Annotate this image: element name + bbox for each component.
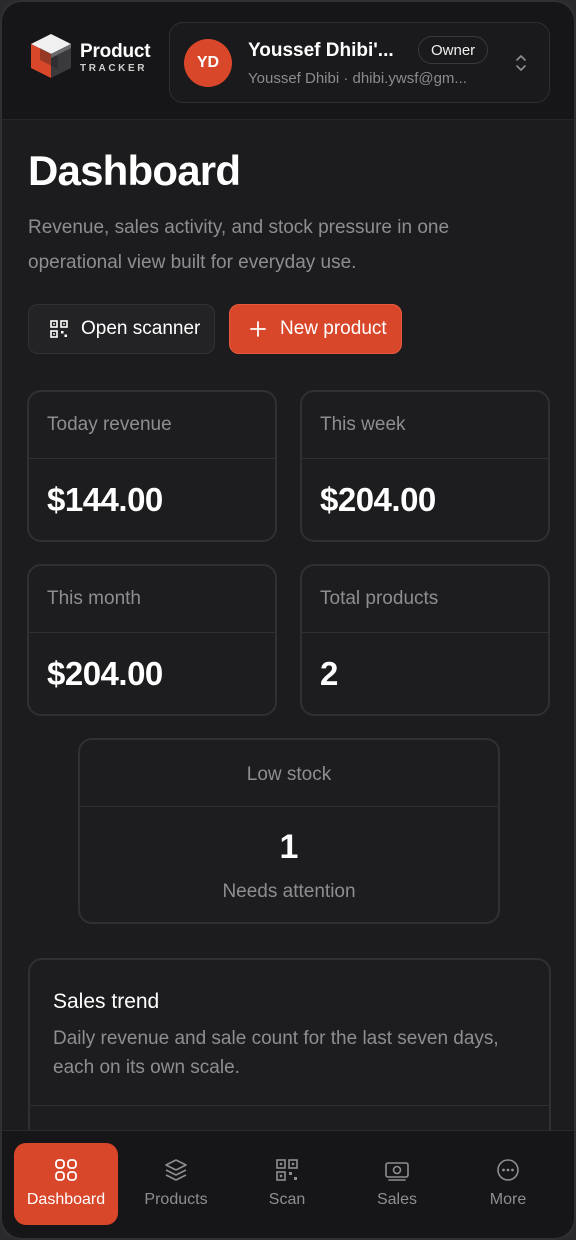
stat-label: This month bbox=[47, 588, 141, 609]
qr-icon bbox=[50, 320, 68, 338]
brand-title: Product bbox=[80, 41, 151, 62]
stat-card-this-month: This month $204.00 bbox=[27, 564, 277, 716]
open-scanner-button[interactable]: Open scanner bbox=[28, 304, 215, 354]
account-email: Youssef Dhibi · dhibi.ywsf@gm... bbox=[248, 70, 467, 87]
nav-label: Scan bbox=[268, 1191, 306, 1208]
nav-item-dashboard[interactable]: Dashboard bbox=[14, 1143, 118, 1225]
new-product-label: New product bbox=[280, 318, 387, 339]
nav-item-more[interactable]: More bbox=[456, 1143, 560, 1225]
role-badge: Owner bbox=[418, 36, 489, 64]
plus-icon bbox=[250, 321, 266, 337]
stat-label: Today revenue bbox=[47, 414, 172, 435]
stat-card-this-week: This week $204.00 bbox=[300, 390, 550, 542]
brand-logo[interactable]: Product TRACKER bbox=[28, 32, 151, 84]
divider bbox=[80, 806, 498, 807]
sales-trend-title: Sales trend bbox=[53, 990, 160, 1013]
nav-label: More bbox=[489, 1191, 527, 1208]
divider bbox=[29, 458, 275, 459]
top-bar: Product TRACKER YD Youssef Dhibi'... Own… bbox=[2, 2, 574, 120]
qr-icon bbox=[276, 1159, 298, 1181]
low-stock-label: Low stock bbox=[246, 764, 332, 785]
account-name: Youssef Dhibi'... bbox=[248, 40, 394, 61]
layers-icon bbox=[165, 1159, 187, 1181]
bottom-nav: Dashboard Products Scan Sales More bbox=[2, 1130, 574, 1238]
avatar: YD bbox=[184, 39, 232, 87]
nav-label: Dashboard bbox=[26, 1191, 106, 1208]
grid-icon bbox=[55, 1159, 77, 1181]
stat-label: This week bbox=[320, 414, 406, 435]
stat-label: Total products bbox=[320, 588, 439, 609]
nav-item-products[interactable]: Products bbox=[124, 1143, 228, 1225]
page-description: Revenue, sales activity, and stock press… bbox=[28, 217, 450, 273]
new-product-button[interactable]: New product bbox=[229, 304, 402, 354]
app-frame: Product TRACKER YD Youssef Dhibi'... Own… bbox=[0, 0, 576, 1240]
stat-value: 2 bbox=[320, 655, 338, 692]
divider bbox=[30, 1105, 549, 1106]
low-stock-value: 1 bbox=[279, 828, 299, 866]
nav-item-sales[interactable]: Sales bbox=[345, 1143, 449, 1225]
divider bbox=[29, 632, 275, 633]
stat-card-total-products: Total products 2 bbox=[300, 564, 550, 716]
account-switcher[interactable]: YD Youssef Dhibi'... Owner Youssef Dhibi… bbox=[169, 22, 550, 103]
box-logo-icon bbox=[28, 32, 74, 84]
chevron-updown-icon bbox=[516, 55, 526, 71]
divider bbox=[302, 458, 548, 459]
stat-value: $204.00 bbox=[320, 481, 436, 518]
brand-subtitle: TRACKER bbox=[80, 63, 148, 74]
low-stock-note: Needs attention bbox=[222, 881, 356, 902]
stat-value: $144.00 bbox=[47, 481, 163, 518]
divider bbox=[302, 632, 548, 633]
page-title: Dashboard bbox=[28, 147, 241, 194]
nav-label: Sales bbox=[376, 1191, 418, 1208]
stat-value: $204.00 bbox=[47, 655, 163, 692]
low-stock-card: Low stock 1 Needs attention bbox=[78, 738, 500, 924]
nav-item-scan[interactable]: Scan bbox=[235, 1143, 339, 1225]
banknote-icon bbox=[385, 1162, 409, 1181]
sales-trend-description: Daily revenue and sale count for the las… bbox=[53, 1028, 499, 1078]
open-scanner-label: Open scanner bbox=[81, 318, 201, 339]
stat-card-today-revenue: Today revenue $144.00 bbox=[27, 390, 277, 542]
more-icon bbox=[497, 1159, 519, 1181]
nav-label: Products bbox=[144, 1191, 208, 1208]
